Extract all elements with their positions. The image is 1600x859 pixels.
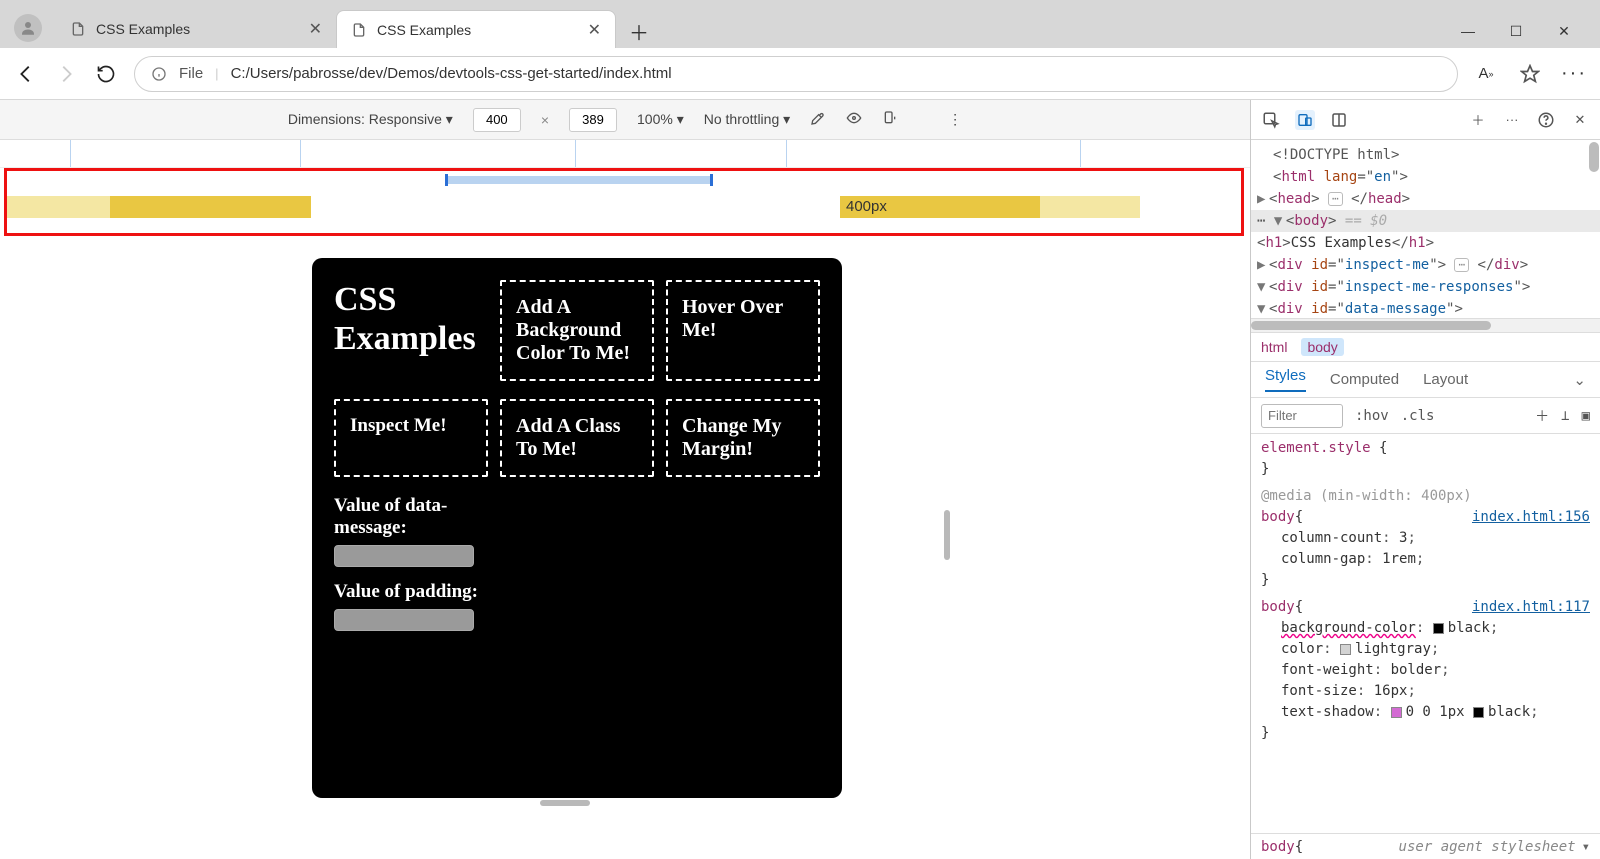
info-icon [151, 66, 167, 82]
styles-subtabs: Styles Computed Layout ⌄ [1251, 362, 1600, 398]
inspect-element-icon[interactable] [1261, 110, 1281, 130]
dom-node-body[interactable]: ⋯ ▼<body> == $0 [1251, 210, 1600, 232]
elements-tab-icon[interactable] [1329, 110, 1349, 130]
devtools-more-icon[interactable]: ··· [1502, 110, 1522, 130]
data-message-input[interactable] [334, 545, 474, 567]
device-toolbar: Dimensions: Responsive ▾ × 100% ▾ No thr… [0, 100, 1250, 140]
tab-title: CSS Examples [96, 21, 299, 37]
breakpoint-label: 400px [846, 198, 887, 215]
browser-navbar: File | C:/Users/pabrosse/dev/Demos/devto… [0, 48, 1600, 100]
vision-icon[interactable] [846, 110, 862, 129]
dimensions-dropdown[interactable]: Dimensions: Responsive ▾ [288, 111, 453, 128]
max-width-bar[interactable] [445, 176, 713, 184]
box-inspect[interactable]: Inspect Me! [334, 399, 488, 477]
dom-vertical-scrollbar[interactable] [1589, 142, 1599, 172]
styles-rules[interactable]: element.style { } @media (min-width: 400… [1251, 434, 1600, 833]
menu-icon[interactable]: ··· [1562, 62, 1586, 86]
pin-icon[interactable]: ⟂ [1561, 408, 1569, 424]
source-link[interactable]: index.html:156 [1472, 507, 1590, 528]
url-text: C:/Users/pabrosse/dev/Demos/devtools-css… [231, 65, 672, 82]
tab-styles[interactable]: Styles [1265, 367, 1306, 392]
styles-filter-input[interactable] [1261, 404, 1343, 428]
window-controls: — ☐ ✕ [1458, 23, 1592, 48]
label-data-message: Value of data-message: [334, 495, 488, 539]
chevron-down-icon[interactable]: ▾ [1582, 839, 1590, 855]
value-readouts: Value of data-message: Value of padding: [334, 495, 488, 645]
browser-tab-0[interactable]: CSS Examples ✕ [56, 10, 336, 48]
min-width-bar-left[interactable] [7, 196, 311, 218]
browser-titlebar: CSS Examples ✕ CSS Examples ✕ ＋ — ☐ ✕ [0, 0, 1600, 48]
reload-button[interactable] [94, 62, 118, 86]
add-panel-icon[interactable]: ＋ [1468, 110, 1488, 130]
scheme-label: File [179, 65, 203, 82]
media-query-ruler: 400px [0, 140, 1250, 240]
maximize-icon[interactable]: ☐ [1506, 23, 1526, 40]
read-aloud-icon[interactable]: A» [1474, 62, 1498, 86]
box-hover[interactable]: Hover Over Me! [666, 280, 820, 381]
page-body[interactable]: CSS Examples Add A Background Color To M… [312, 258, 842, 798]
dom-tree[interactable]: <!DOCTYPE html> <html lang="en"> ▶<head>… [1251, 140, 1600, 318]
close-devtools-icon[interactable]: ✕ [1570, 110, 1590, 130]
browser-tab-1[interactable]: CSS Examples ✕ [336, 10, 616, 48]
viewport-width-input[interactable] [473, 108, 521, 132]
tab-layout[interactable]: Layout [1423, 371, 1468, 388]
box-add-class[interactable]: Add A Class To Me! [500, 399, 654, 477]
source-link[interactable]: index.html:117 [1472, 597, 1590, 618]
padding-input[interactable] [334, 609, 474, 631]
address-bar[interactable]: File | C:/Users/pabrosse/dev/Demos/devto… [134, 56, 1458, 92]
cls-toggle[interactable]: .cls [1401, 408, 1435, 424]
back-button[interactable] [14, 62, 38, 86]
zoom-dropdown[interactable]: 100% ▾ [637, 111, 684, 128]
styles-pane-menu-icon[interactable]: ▣ [1582, 408, 1590, 424]
eyedropper-icon[interactable] [810, 110, 826, 129]
close-tab-icon[interactable]: ✕ [309, 19, 322, 39]
box-add-background[interactable]: Add A Background Color To Me! [500, 280, 654, 381]
forward-button[interactable] [54, 62, 78, 86]
new-tab-button[interactable]: ＋ [622, 14, 656, 48]
close-window-icon[interactable]: ✕ [1554, 23, 1574, 40]
device-emulation-icon[interactable] [1295, 110, 1315, 130]
media-query-text: @media (min-width: 400px) [1261, 486, 1590, 507]
profile-avatar[interactable] [14, 14, 42, 42]
viewport-height-input[interactable] [569, 108, 617, 132]
viewport-resize-right[interactable] [944, 510, 950, 560]
new-style-rule-icon[interactable]: ＋ [1535, 406, 1549, 426]
devtools-tabstrip: ＋ ··· ✕ [1251, 100, 1600, 140]
label-padding: Value of padding: [334, 581, 488, 603]
viewport-resize-bottom[interactable] [540, 800, 590, 806]
favorite-icon[interactable] [1518, 62, 1542, 86]
separator: | [215, 66, 218, 81]
dom-breadcrumb[interactable]: html body [1251, 332, 1600, 362]
more-tabs-icon[interactable]: ⌄ [1573, 371, 1586, 389]
user-agent-rule[interactable]: body { user agent stylesheet ▾ [1251, 833, 1600, 859]
emulated-viewport: CSS Examples Add A Background Color To M… [0, 240, 1250, 859]
close-tab-icon[interactable]: ✕ [588, 20, 601, 40]
hov-toggle[interactable]: :hov [1355, 408, 1389, 424]
rotate-icon[interactable] [882, 110, 898, 129]
dimension-separator: × [541, 112, 549, 128]
crumb-html[interactable]: html [1261, 339, 1287, 355]
dom-horizontal-scrollbar[interactable] [1251, 318, 1600, 332]
throttling-dropdown[interactable]: No throttling ▾ [704, 111, 790, 128]
minimize-icon[interactable]: — [1458, 23, 1478, 40]
crumb-body[interactable]: body [1301, 338, 1343, 356]
box-change-margin[interactable]: Change My Margin! [666, 399, 820, 477]
help-icon[interactable] [1536, 110, 1556, 130]
tab-computed[interactable]: Computed [1330, 371, 1399, 388]
device-more-icon[interactable]: ⋮ [948, 111, 962, 128]
styles-filter-row: :hov .cls ＋ ⟂ ▣ [1251, 398, 1600, 434]
tab-title: CSS Examples [377, 22, 578, 38]
page-heading: CSS Examples [334, 280, 488, 381]
devtools-panel: ＋ ··· ✕ <!DOCTYPE html> <html lang="en">… [1250, 100, 1600, 859]
